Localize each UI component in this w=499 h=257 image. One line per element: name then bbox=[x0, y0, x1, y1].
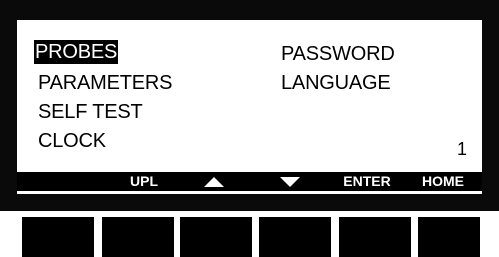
softkey-bar: UPL ENTER HOME bbox=[17, 172, 482, 191]
hardware-button-1[interactable] bbox=[22, 217, 94, 257]
lcd-screen: PROBES PARAMETERS SELF TEST CLOCK PASSWO… bbox=[17, 20, 482, 194]
hardware-button-4[interactable] bbox=[259, 217, 331, 257]
menu-item-probes[interactable]: PROBES bbox=[34, 40, 119, 64]
menu-item-clock[interactable]: CLOCK bbox=[38, 129, 106, 153]
page-number: 1 bbox=[456, 139, 467, 159]
hardware-button-6[interactable] bbox=[418, 217, 480, 257]
device-bezel: PROBES PARAMETERS SELF TEST CLOCK PASSWO… bbox=[0, 0, 499, 211]
softkey-home[interactable]: HOME bbox=[415, 172, 471, 191]
menu-item-self-test[interactable]: SELF TEST bbox=[38, 100, 143, 124]
softkey-upl[interactable]: UPL bbox=[124, 172, 164, 191]
arrow-up-icon[interactable] bbox=[204, 177, 224, 187]
hardware-button-3[interactable] bbox=[180, 217, 252, 257]
hardware-button-2[interactable] bbox=[102, 217, 174, 257]
menu-item-password[interactable]: PASSWORD bbox=[281, 42, 395, 66]
arrow-down-icon[interactable] bbox=[280, 177, 300, 187]
softkey-enter[interactable]: ENTER bbox=[337, 172, 397, 191]
menu-item-parameters[interactable]: PARAMETERS bbox=[38, 71, 173, 95]
menu-item-language[interactable]: LANGUAGE bbox=[281, 71, 391, 95]
hardware-button-5[interactable] bbox=[339, 217, 411, 257]
